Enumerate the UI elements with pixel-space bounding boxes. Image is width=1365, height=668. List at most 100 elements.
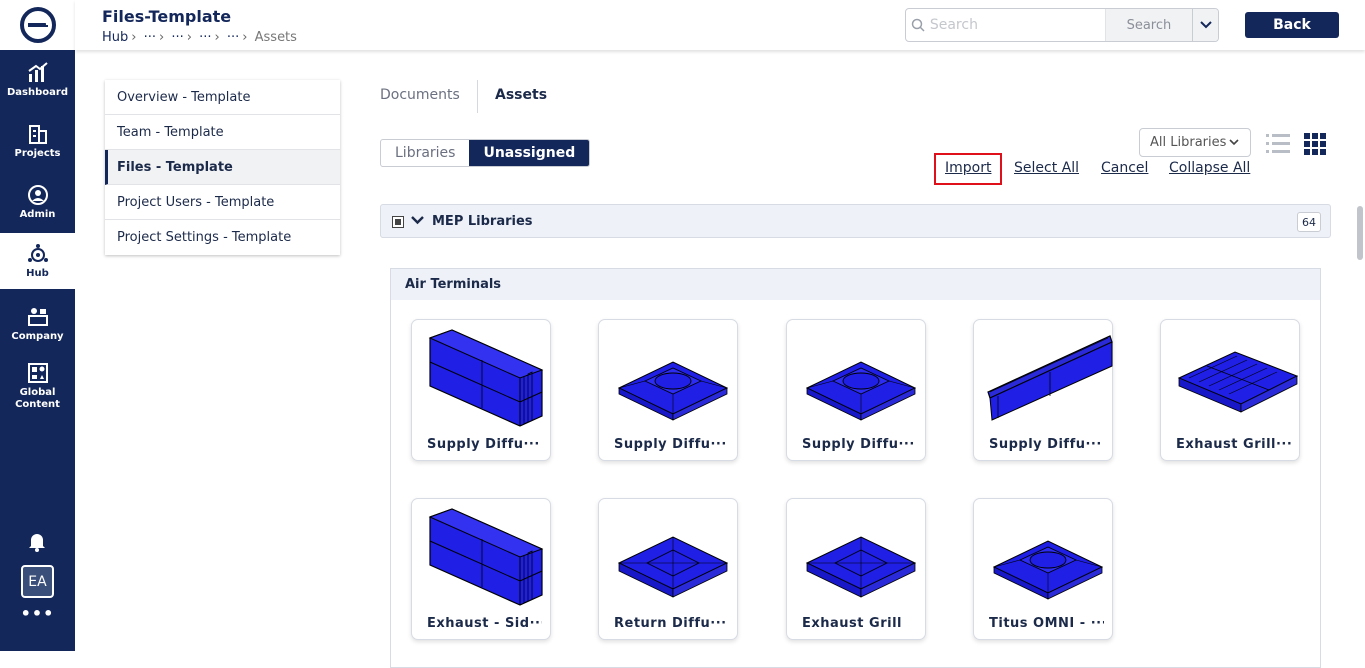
asset-card[interactable]: Exhaust Grill··· [1160,319,1300,461]
nav-rail: Dashboard Projects Admin Hub Company Glo… [0,0,75,651]
toggle-unassigned[interactable]: Unassigned [469,140,590,166]
asset-card[interactable]: Supply Diffu··· [786,319,926,461]
nav-global-content[interactable]: Global Content [0,355,75,417]
breadcrumb-item[interactable]: ··· [144,30,156,45]
library-filter-select[interactable]: All Libraries [1139,128,1251,157]
content-tabs: Documents Assets [380,80,547,113]
tab-documents[interactable]: Documents [380,80,478,113]
page-title: Files-Template [102,7,232,26]
back-button[interactable]: Back [1245,12,1339,38]
asset-label: Supply Diffu··· [802,437,915,452]
logo-icon [19,7,56,43]
scrollbar[interactable] [1357,206,1363,260]
hub-icon [27,243,48,262]
nav-label: Hub [26,267,49,279]
asset-label: Return Diffu··· [614,616,727,631]
breadcrumb-separator: › [159,30,165,45]
nav-dashboard[interactable]: Dashboard [0,52,75,108]
nav-label: Global Content [15,386,60,410]
asset-thumbnail [428,329,544,427]
search-input[interactable] [929,9,1105,41]
asset-thumbnail [987,335,1113,421]
import-link[interactable]: Import [945,160,991,176]
list-view-icon[interactable] [1266,133,1290,155]
collapse-all-link[interactable]: Collapse All [1169,160,1250,176]
menu-item-project-users[interactable]: Project Users - Template [105,185,340,220]
asset-label: Supply Diffu··· [989,437,1102,452]
nav-company[interactable]: Company [0,296,75,352]
asset-thumbnail [617,361,729,421]
asset-thumbnail [428,508,544,606]
breadcrumb-separator: › [214,30,220,45]
asset-card[interactable]: Exhaust - Sid··· [411,498,551,640]
asset-label: Titus OMNI - ··· [989,616,1104,631]
asset-card[interactable]: Exhaust Grill [786,498,926,640]
chevron-down-icon [1199,21,1212,29]
toggle-libraries[interactable]: Libraries [381,140,469,166]
dashboard-icon [27,61,48,82]
menu-item-team[interactable]: Team - Template [105,115,340,150]
breadcrumb: Hub › ··· › ··· › ··· › ··· › Assets [102,30,297,45]
asset-card[interactable]: Supply Diffu··· [598,319,738,461]
asset-label: Exhaust Grill [802,616,902,631]
projects-icon [28,124,47,144]
asset-card[interactable]: Supply Diffu··· [411,319,551,461]
search-bar: Search [905,8,1219,42]
breadcrumb-item[interactable]: Hub [102,30,128,45]
nav-label: Projects [14,147,61,159]
nav-admin[interactable]: Admin [0,174,75,230]
search-dropdown[interactable] [1192,9,1218,41]
asset-label: Exhaust Grill··· [1176,437,1291,452]
search-button[interactable]: Search [1104,9,1193,41]
breadcrumb-separator: › [131,30,137,45]
breadcrumb-item[interactable]: ··· [227,30,239,45]
nav-label: Company [11,330,64,342]
breadcrumb-item[interactable]: ··· [199,30,211,45]
assignment-toggle: Libraries Unassigned [380,139,591,167]
asset-thumbnail [992,540,1104,600]
nav-label: Admin [19,208,56,220]
asset-card[interactable]: Return Diffu··· [598,498,738,640]
top-header: Files-Template Hub › ··· › ··· › ··· › ··· › … [75,0,1365,50]
menu-item-overview[interactable]: Overview - Template [105,80,340,115]
chevron-down-icon [1229,139,1239,146]
chevron-down-icon[interactable] [411,215,424,225]
breadcrumb-separator: › [242,30,248,45]
avatar[interactable]: EA [21,565,54,598]
asset-thumbnail [805,361,917,421]
nav-projects[interactable]: Projects [0,113,75,169]
asset-label: Supply Diffu··· [614,437,727,452]
search-icon [906,9,930,41]
bell-icon[interactable] [26,530,48,552]
company-icon [27,307,48,326]
template-menu: Overview - Template Team - Template File… [105,80,340,255]
admin-icon [27,184,48,205]
breadcrumb-separator: › [186,30,192,45]
app-logo[interactable] [0,0,75,50]
breadcrumb-item[interactable]: ··· [171,30,183,45]
grid-view-icon[interactable] [1304,133,1326,155]
nav-hub[interactable]: Hub [0,233,75,289]
select-all-link[interactable]: Select All [1014,160,1079,176]
asset-thumbnail [805,536,917,598]
asset-card[interactable]: Titus OMNI - ··· [973,498,1113,640]
global-content-icon [27,362,48,383]
menu-item-project-settings[interactable]: Project Settings - Template [105,220,340,255]
nav-label: Dashboard [7,86,68,98]
library-header[interactable]: MEP Libraries 64 [380,204,1331,238]
category-title: Air Terminals [391,269,1320,300]
library-filter-value: All Libraries [1150,135,1227,150]
library-checkbox[interactable] [392,216,404,228]
asset-card[interactable]: Supply Diffu··· [973,319,1113,461]
asset-label: Exhaust - Sid··· [427,616,542,631]
category-panel: Air Terminals Supply Diffu··· Supply Dif… [390,268,1321,668]
library-name: MEP Libraries [432,214,533,229]
cancel-link[interactable]: Cancel [1101,160,1148,176]
tab-assets[interactable]: Assets [478,80,547,113]
library-count-badge: 64 [1297,212,1321,232]
asset-thumbnail [617,536,729,598]
menu-item-files[interactable]: Files - Template [105,150,340,185]
asset-label: Supply Diffu··· [427,437,540,452]
more-icon[interactable]: ••• [0,604,75,623]
asset-thumbnail [1177,351,1299,413]
